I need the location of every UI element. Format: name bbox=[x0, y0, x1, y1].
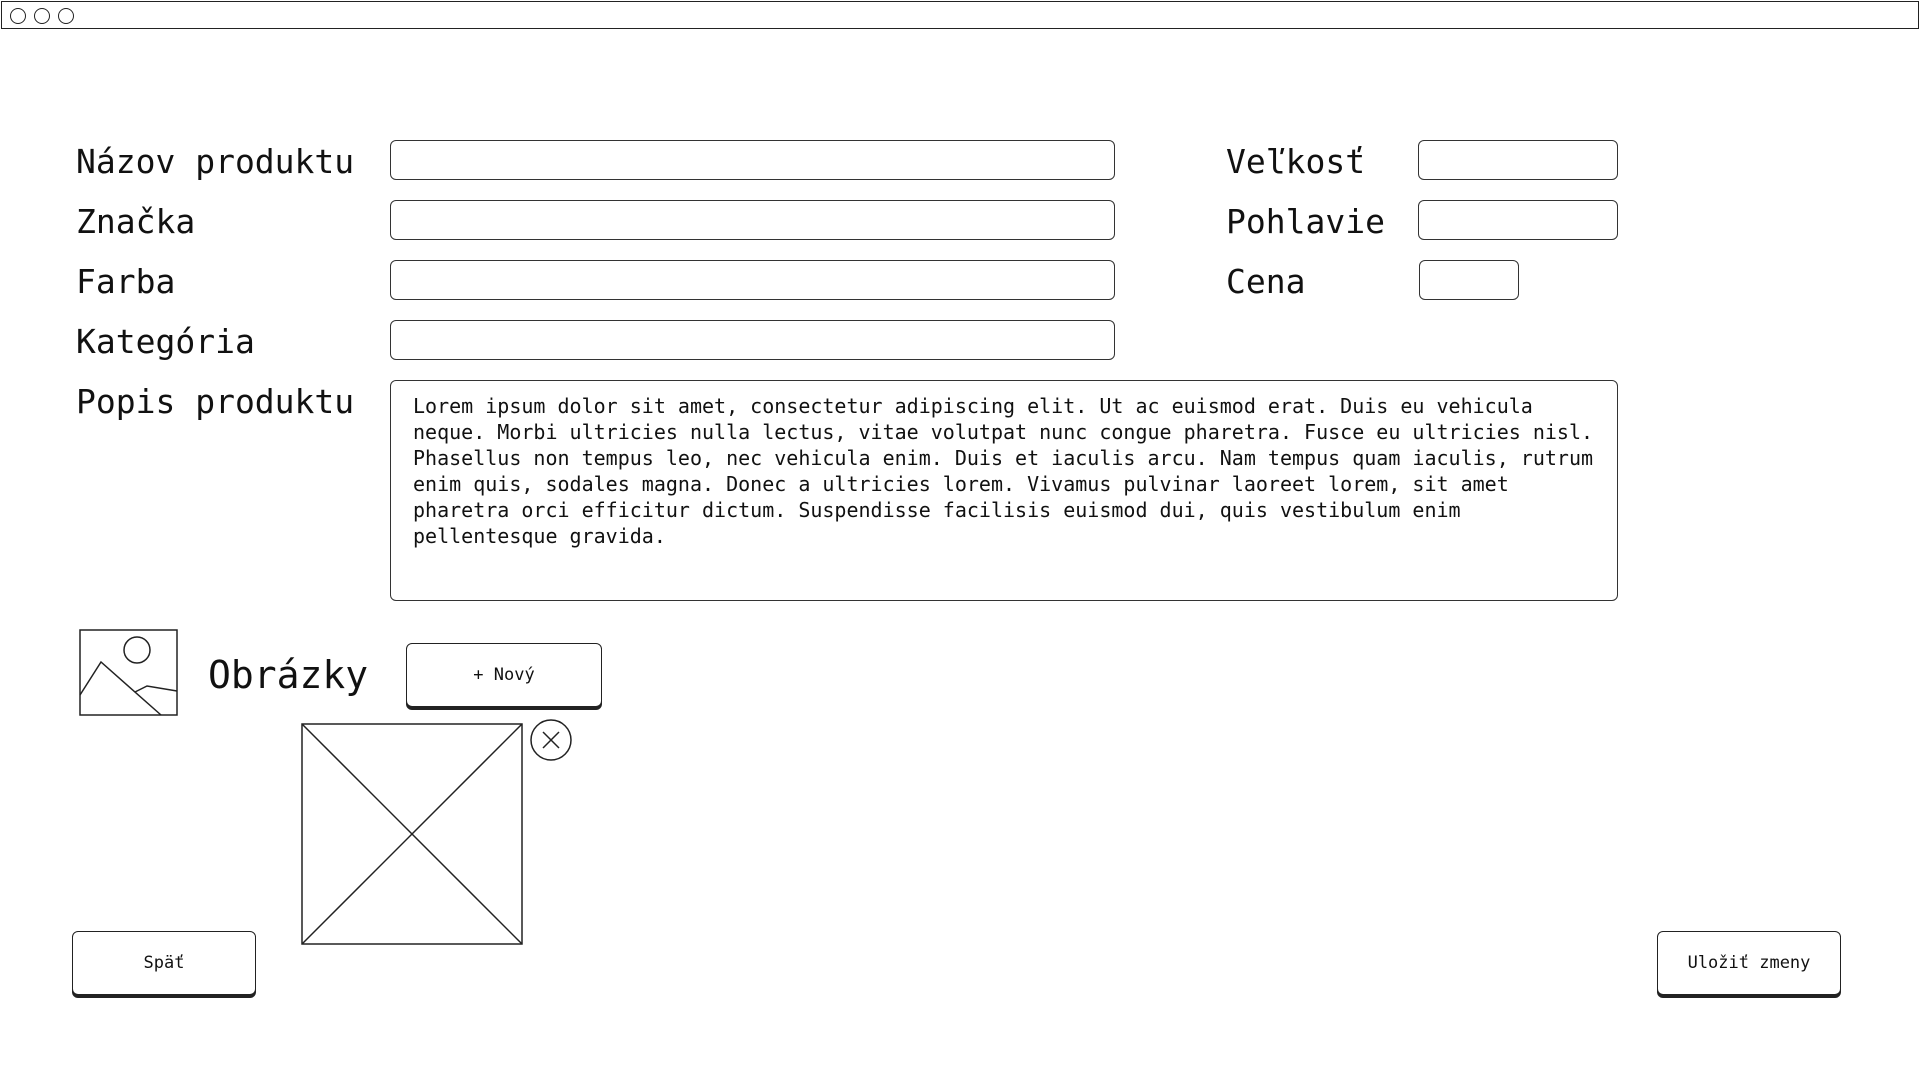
description-textarea[interactable]: Lorem ipsum dolor sit amet, consectetur … bbox=[390, 380, 1618, 601]
size-input[interactable] bbox=[1418, 140, 1618, 180]
save-changes-button[interactable]: Uložiť zmeny bbox=[1657, 931, 1841, 995]
category-input[interactable] bbox=[390, 320, 1115, 360]
price-input[interactable] bbox=[1419, 260, 1519, 300]
gender-input[interactable] bbox=[1418, 200, 1618, 240]
product-name-input[interactable] bbox=[390, 140, 1115, 180]
image-thumbnail[interactable] bbox=[301, 723, 523, 945]
window-minimize-dot[interactable] bbox=[34, 8, 50, 24]
images-heading: Obrázky bbox=[208, 653, 369, 697]
close-icon[interactable] bbox=[529, 718, 573, 762]
category-label: Kategória bbox=[76, 322, 255, 361]
image-icon bbox=[79, 629, 178, 716]
back-button[interactable]: Späť bbox=[72, 931, 256, 995]
brand-label: Značka bbox=[76, 202, 196, 241]
color-label: Farba bbox=[76, 262, 176, 301]
product-name-label: Názov produktu bbox=[76, 142, 355, 181]
add-image-button[interactable]: + Nový bbox=[406, 643, 602, 707]
gender-label: Pohlavie bbox=[1226, 202, 1385, 241]
window-titlebar bbox=[1, 1, 1919, 29]
color-input[interactable] bbox=[390, 260, 1115, 300]
size-label: Veľkosť bbox=[1226, 142, 1366, 181]
window-close-dot[interactable] bbox=[10, 8, 26, 24]
brand-input[interactable] bbox=[390, 200, 1115, 240]
description-label: Popis produktu bbox=[76, 382, 355, 421]
window-maximize-dot[interactable] bbox=[58, 8, 74, 24]
price-label: Cena bbox=[1226, 262, 1306, 301]
